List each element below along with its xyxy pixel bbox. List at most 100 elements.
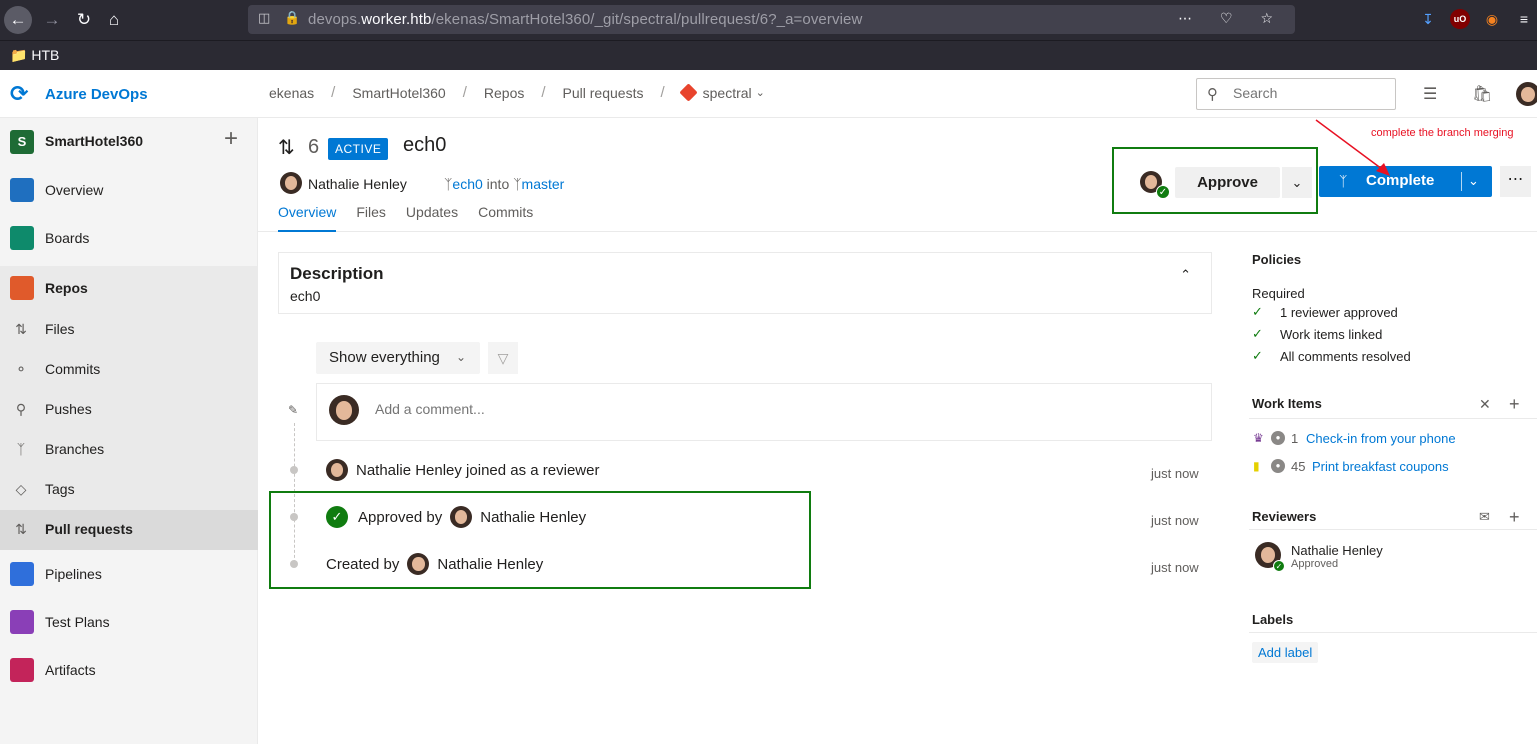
work-item-link[interactable]: Print breakfast coupons xyxy=(1312,459,1449,474)
url-text[interactable]: devops.worker.htb/ekenas/SmartHotel360/_… xyxy=(308,11,862,28)
breadcrumb-project[interactable]: SmartHotel360 xyxy=(352,85,445,101)
hamburger-menu-icon[interactable]: ≡ xyxy=(1514,9,1534,29)
download-icon[interactable]: ↧ xyxy=(1418,9,1438,29)
foxyproxy-icon[interactable]: ◉ xyxy=(1482,9,1502,29)
description-body: ech0 xyxy=(290,288,321,304)
annotation-arrow xyxy=(1315,119,1390,176)
description-title: Description xyxy=(290,264,384,283)
brand[interactable]: ⟳ Azure DevOps xyxy=(10,82,148,106)
artifacts-icon xyxy=(10,658,34,682)
work-item-id: 1 xyxy=(1291,431,1299,446)
breadcrumb-org[interactable]: ekenas xyxy=(269,85,314,101)
search-box[interactable]: ⚲ xyxy=(1196,78,1396,110)
check-icon: ✓ xyxy=(1252,348,1263,363)
activity-filter-dropdown[interactable]: Show everything ⌄ xyxy=(316,342,480,374)
pr-branches: ᛉech0 into ᛉmaster xyxy=(444,176,564,192)
target-branch-link[interactable]: master xyxy=(522,176,565,192)
required-label: Required xyxy=(1252,286,1305,301)
back-icon[interactable]: ← xyxy=(4,6,32,34)
sidebar-item-overview[interactable]: Overview xyxy=(0,170,258,210)
page-actions-icon[interactable]: ⋯ ♡ ☆ xyxy=(1178,10,1285,27)
branch-icon: ᛉ xyxy=(16,441,26,457)
breadcrumb-repos[interactable]: Repos xyxy=(484,85,524,101)
comment-input[interactable] xyxy=(375,401,975,417)
close-icon[interactable]: ✕ xyxy=(1479,396,1491,413)
comment-icon: ✎ xyxy=(288,403,299,417)
status-badge: ACTIVE xyxy=(328,138,389,160)
add-icon[interactable]: + xyxy=(1509,507,1520,528)
reload-icon[interactable]: ↻ xyxy=(70,6,98,34)
sidebar-item-commits[interactable]: ⚬ Commits xyxy=(0,350,258,390)
right-panel: Policies Required ✓ 1 reviewer approved … xyxy=(1241,232,1537,744)
pr-title: ech0 xyxy=(403,134,447,156)
sidebar-item-branches[interactable]: ᛉ Branches xyxy=(0,430,258,470)
project-header[interactable]: S SmartHotel360 + xyxy=(0,118,258,166)
divider xyxy=(1249,632,1537,633)
breadcrumb-separator: / xyxy=(331,84,336,101)
home-icon[interactable]: ⌂ xyxy=(100,6,128,34)
divider xyxy=(1249,529,1537,530)
overview-icon xyxy=(10,178,34,202)
sidebar-item-artifacts[interactable]: Artifacts xyxy=(0,650,258,690)
url-bar[interactable]: ◫ 🔒 devops.worker.htb/ekenas/SmartHotel3… xyxy=(248,5,1295,34)
comment-box[interactable] xyxy=(316,383,1212,441)
sidebar-item-boards[interactable]: Boards xyxy=(0,218,258,258)
tab-commits[interactable]: Commits xyxy=(478,204,533,232)
add-icon[interactable]: + xyxy=(1509,394,1520,415)
event-joined: Nathalie Henley joined as a reviewer xyxy=(326,459,599,481)
reviewer-name[interactable]: Nathalie Henley xyxy=(1291,543,1383,558)
breadcrumb-repo-picker[interactable]: spectral xyxy=(703,85,752,101)
shield-icon: ◫ xyxy=(258,10,271,25)
sidebar-item-label: Overview xyxy=(45,182,104,198)
tab-files[interactable]: Files xyxy=(356,204,386,232)
event-text: Nathalie Henley joined as a reviewer xyxy=(356,461,600,479)
source-branch-link[interactable]: ech0 xyxy=(452,176,482,192)
user-avatar xyxy=(326,459,348,481)
sidebar-item-files[interactable]: ⇅ Files xyxy=(0,310,258,350)
check-icon: ✓ xyxy=(1273,560,1285,572)
user-avatar[interactable] xyxy=(1516,82,1537,106)
event-time: just now xyxy=(1151,560,1199,575)
sidebar-item-pushes[interactable]: ⚲ Pushes xyxy=(0,390,258,430)
mail-icon[interactable]: ✉ xyxy=(1479,509,1490,525)
azure-devops-app: ⟳ Azure DevOps ekenas / SmartHotel360 / … xyxy=(0,70,1537,744)
pr-author[interactable]: Nathalie Henley xyxy=(308,176,407,192)
sidebar-item-repos[interactable]: Repos xyxy=(0,266,258,310)
sidebar-item-label: Tags xyxy=(45,481,75,497)
author-avatar[interactable] xyxy=(280,172,302,194)
settings-list-icon[interactable]: ☰ xyxy=(1423,84,1437,104)
tab-overview[interactable]: Overview xyxy=(278,204,337,232)
bookmark-folder[interactable]: 📁 HTB xyxy=(10,47,59,64)
chevron-down-icon[interactable]: ⌄ xyxy=(1282,167,1312,198)
description-card: Description ech0 ⌃ xyxy=(278,252,1212,314)
sidebar-item-pull-requests[interactable]: ⇅ Pull requests xyxy=(0,510,258,550)
repos-icon xyxy=(10,276,34,300)
azure-devops-logo-icon: ⟳ xyxy=(10,81,29,106)
event-time: just now xyxy=(1151,466,1199,481)
marketplace-bag-icon[interactable]: 🛍 xyxy=(1472,84,1492,104)
trophy-icon: ♛ xyxy=(1253,431,1264,445)
approve-button[interactable]: Approve xyxy=(1175,167,1280,198)
boards-icon xyxy=(10,226,34,250)
more-actions-icon[interactable]: ⋯ xyxy=(1500,166,1531,197)
add-label-button[interactable]: Add label xyxy=(1252,642,1319,663)
lock-icon: ● xyxy=(1271,459,1285,473)
sidebar-item-test-plans[interactable]: Test Plans xyxy=(0,602,258,642)
tab-updates[interactable]: Updates xyxy=(406,204,458,232)
add-icon[interactable]: + xyxy=(224,127,238,151)
breadcrumb-pull-requests[interactable]: Pull requests xyxy=(563,85,644,101)
ublock-icon[interactable]: uO xyxy=(1450,9,1470,29)
work-item-link[interactable]: Check-in from your phone xyxy=(1306,431,1456,446)
sidebar-item-pipelines[interactable]: Pipelines xyxy=(0,554,258,594)
chevron-down-icon[interactable]: ⌄ xyxy=(1468,173,1479,189)
chevron-down-icon[interactable]: ⌄ xyxy=(756,86,765,99)
policies-title: Policies xyxy=(1252,252,1302,267)
sidebar-item-tags[interactable]: ◇ Tags xyxy=(0,470,258,510)
sidebar-item-label: Files xyxy=(45,321,75,337)
filter-icon[interactable]: ▽ xyxy=(488,342,518,374)
forward-icon[interactable]: → xyxy=(38,6,66,34)
search-input[interactable] xyxy=(1233,85,1383,101)
check-icon: ✓ xyxy=(1156,185,1170,199)
chevron-up-icon[interactable]: ⌃ xyxy=(1180,267,1191,283)
check-icon: ✓ xyxy=(1252,326,1263,341)
